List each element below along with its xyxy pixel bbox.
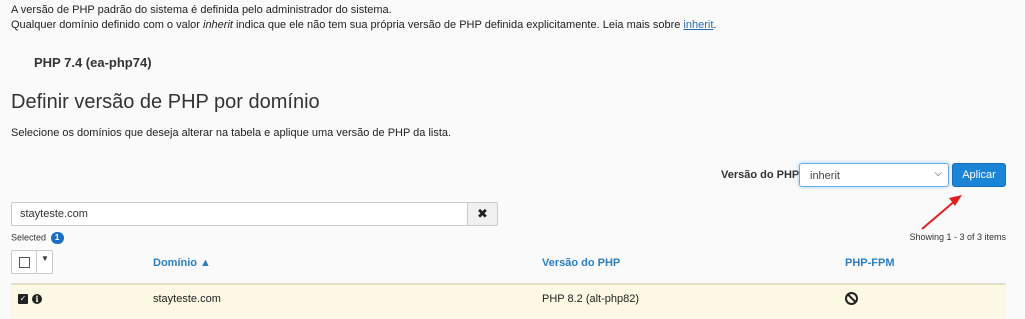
annotation-arrow-head	[949, 195, 962, 206]
default-php-version: PHP 7.4 (ea-php74)	[34, 55, 152, 70]
chevron-down-icon: ⌵	[934, 168, 942, 179]
clear-search-button[interactable]: ✖	[467, 202, 498, 226]
showing-items: Showing 1 - 3 of 3 items	[909, 232, 1006, 242]
close-icon: ✖	[477, 206, 488, 221]
section-title: Definir versão de PHP por domínio	[11, 91, 320, 113]
row-domain: stayteste.com	[153, 293, 221, 305]
column-header-php-fpm[interactable]: PHP-FPM	[845, 257, 895, 269]
php-version-select[interactable]: inherit ⌵	[799, 163, 949, 187]
selected-label: Selected	[11, 232, 47, 243]
disabled-icon	[845, 292, 858, 305]
row-checkbox-checked[interactable]: ✓	[18, 294, 28, 304]
intro-line-2-end: .	[713, 19, 717, 31]
intro-inherit-em: inherit	[203, 19, 233, 31]
intro-line-2-mid: indica que ele não tem sua própria versã…	[232, 19, 684, 31]
column-header-domain[interactable]: Domínio ▲	[153, 257, 211, 269]
annotation-arrow-line	[921, 199, 957, 230]
section-description: Selecione os domínios que deseja alterar…	[11, 127, 452, 139]
select-all-checkbox[interactable]	[19, 257, 30, 268]
row-php-version: PHP 8.2 (alt-php82)	[542, 293, 640, 305]
apply-button[interactable]: Aplicar	[952, 163, 1006, 187]
info-icon[interactable]: i	[32, 294, 42, 304]
selected-badge: 1	[50, 232, 64, 244]
column-header-php-version[interactable]: Versão do PHP	[542, 257, 620, 269]
selected-count: Selected 1	[11, 232, 64, 244]
php-version-label: Versão do PHP	[721, 169, 800, 181]
inherit-link[interactable]: inherit	[683, 19, 713, 31]
bulk-select-divider	[36, 251, 37, 273]
intro-text: A versão de PHP padrão do sistema é defi…	[11, 3, 716, 33]
showing-suffix: of 3 items	[964, 232, 1006, 242]
table-row[interactable]: ✓ i stayteste.com PHP 8.2 (alt-php82)	[11, 284, 1006, 319]
intro-line-2: Qualquer domínio definido com o valor in…	[11, 18, 716, 33]
domain-search-input[interactable]: stayteste.com	[11, 202, 468, 226]
php-version-selected-value: inherit	[810, 170, 840, 182]
showing-range: 1 - 3	[946, 232, 965, 242]
intro-line-1: A versão de PHP padrão do sistema é defi…	[11, 4, 392, 16]
bulk-select-dropdown[interactable]: ▼	[11, 250, 53, 274]
showing-prefix: Showing	[909, 232, 947, 242]
caret-down-icon[interactable]: ▼	[41, 254, 49, 263]
intro-line-2-start: Qualquer domínio definido com o valor	[11, 19, 203, 31]
